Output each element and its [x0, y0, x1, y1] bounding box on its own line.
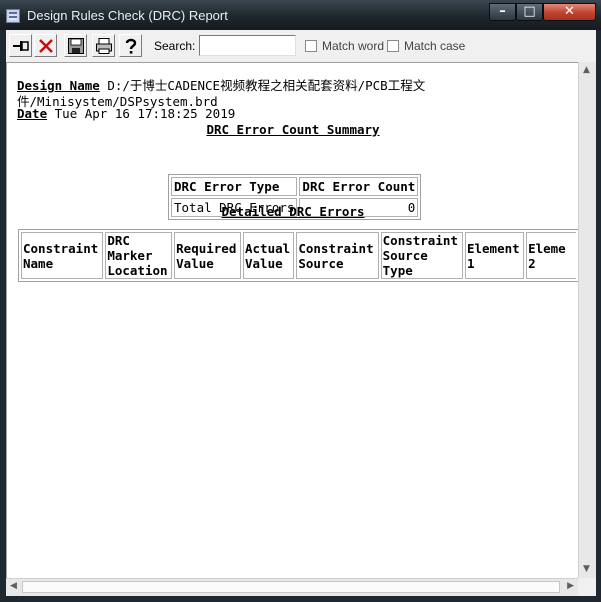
- summary-title: DRC Error Count Summary: [206, 122, 380, 137]
- match-case-label: Match case: [404, 39, 466, 53]
- header-text: Source: [298, 255, 344, 271]
- scroll-right-icon[interactable]: ▶: [567, 582, 574, 591]
- print-icon: [96, 38, 112, 54]
- header-text: 2: [528, 255, 536, 271]
- report-content: Design Name D:/于博士CADENCE视频教程之相关配套资料/PCB…: [6, 62, 578, 578]
- header-text: Eleme: [528, 240, 566, 256]
- summary-header-count: DRC Error Count: [299, 177, 419, 196]
- header-text: DRC: [107, 233, 130, 248]
- close-x-icon: [39, 39, 53, 53]
- detailed-title: Detailed DRC Errors: [221, 204, 365, 219]
- minimize-button[interactable]: –: [489, 3, 516, 21]
- maximize-icon: □: [523, 4, 536, 19]
- header-text: Value: [176, 255, 214, 271]
- match-word-label: Match word: [322, 39, 385, 53]
- col-actual-value: Actual Value: [243, 232, 295, 279]
- header-text: Constraint: [298, 240, 374, 256]
- app-icon: [6, 9, 20, 23]
- header-text: Required: [176, 240, 237, 256]
- scroll-up-icon[interactable]: ▲: [583, 66, 590, 75]
- client-area: Search: Match word Match case Design Nam…: [6, 30, 596, 596]
- date-line: Date Tue Apr 16 17:18:25 2019: [17, 106, 235, 121]
- summary-header-type: DRC Error Type: [171, 177, 298, 196]
- save-icon: [68, 38, 84, 54]
- scroll-down-icon[interactable]: ▼: [583, 565, 590, 574]
- header-text: Location: [107, 263, 168, 278]
- header-text: Name: [23, 255, 54, 271]
- date-label: Date: [17, 106, 48, 121]
- match-case-checkbox[interactable]: [387, 40, 399, 52]
- help-icon: [125, 38, 137, 54]
- col-drc-marker-location: DRC Marker Location: [105, 232, 173, 279]
- horizontal-scrollbar[interactable]: ◀ ▶: [6, 578, 578, 596]
- col-constraint-name: Constraint Name: [21, 232, 104, 279]
- header-text: 1: [466, 255, 475, 271]
- col-constraint-source: Constraint Source: [296, 232, 379, 279]
- header-text: Value: [245, 255, 283, 271]
- drc-report-window: Design Rules Check (DRC) Report – □ ✕ Se…: [0, 0, 601, 602]
- col-element-1: Element 1: [464, 232, 525, 279]
- window-title: Design Rules Check (DRC) Report: [27, 8, 228, 23]
- pin-icon: [13, 41, 29, 51]
- search-input[interactable]: [199, 35, 296, 56]
- detailed-header-row: Constraint Name DRC Marker Location Requ…: [21, 232, 576, 279]
- detailed-table: Constraint Name DRC Marker Location Requ…: [18, 229, 578, 282]
- title-bar[interactable]: Design Rules Check (DRC) Report – □ ✕: [0, 0, 601, 30]
- header-text: Source: [382, 248, 428, 263]
- scroll-left-icon[interactable]: ◀: [10, 582, 17, 591]
- col-element-2: Eleme 2: [526, 232, 576, 279]
- size-grip[interactable]: [578, 578, 596, 596]
- col-constraint-source-type: Constraint Source Type: [380, 232, 463, 279]
- header-text: Constraint: [23, 240, 99, 256]
- search-label: Search:: [154, 39, 196, 53]
- date-value: Tue Apr 16 17:18:25 2019: [54, 106, 236, 121]
- toolbar: Search: Match word Match case: [6, 30, 596, 62]
- match-word-checkbox[interactable]: [305, 40, 317, 52]
- col-required-value: Required Value: [174, 232, 241, 279]
- help-button[interactable]: [119, 34, 142, 57]
- minimize-icon: –: [499, 4, 506, 19]
- maximize-button[interactable]: □: [516, 3, 543, 21]
- close-button[interactable]: ✕: [543, 3, 596, 21]
- horizontal-scroll-thumb[interactable]: [22, 581, 560, 593]
- pin-button[interactable]: [9, 34, 32, 57]
- summary-header-row: DRC Error Type DRC Error Count: [171, 177, 419, 196]
- vertical-scrollbar[interactable]: ▲ ▼: [578, 62, 596, 578]
- save-button[interactable]: [64, 34, 87, 57]
- header-text: Type: [382, 263, 413, 278]
- close-icon: ✕: [564, 4, 575, 19]
- header-text: Constraint: [382, 233, 458, 248]
- discard-button[interactable]: [34, 34, 57, 57]
- header-text: Element: [466, 240, 520, 256]
- header-text: Actual: [245, 240, 291, 256]
- header-text: Marker: [107, 248, 153, 263]
- print-button[interactable]: [92, 34, 115, 57]
